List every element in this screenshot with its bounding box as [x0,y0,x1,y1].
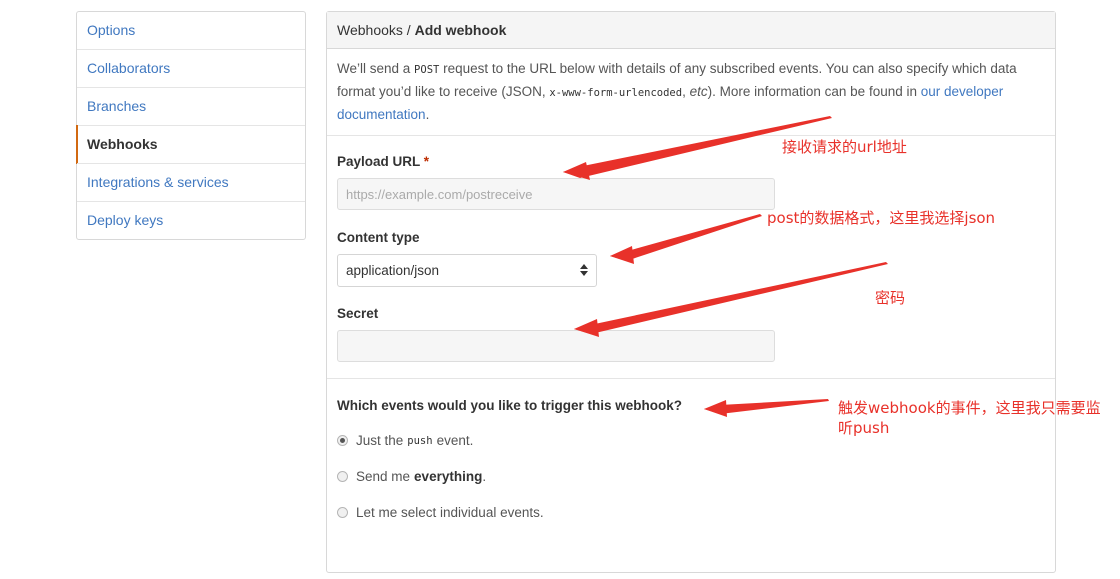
webhook-form: Payload URL * https://example.com/postre… [327,136,1055,379]
radio-button[interactable] [337,471,348,482]
radio-label-code: push [407,434,433,447]
events-question: Which events would you like to trigger t… [337,398,683,413]
intro-text-1: We’ll send a [337,61,415,76]
radio-label-before: Send me [356,469,411,484]
radio-label: Let me select individual events. [356,505,544,520]
sidebar-item-deploy-keys[interactable]: Deploy keys [77,201,305,239]
select-arrows-icon [580,264,588,276]
radio-button-checked[interactable] [337,435,348,446]
intro-text-3: , [682,84,690,99]
payload-url-input[interactable]: https://example.com/postreceive [337,178,775,210]
intro-text-4: ). More information can be found in [707,84,921,99]
radio-individual-events[interactable]: Let me select individual events. [337,505,544,520]
intro-text-5: . [425,107,430,122]
sidebar-item-branches[interactable]: Branches [77,87,305,125]
intro-code-urlencoded: x-www-form-urlencoded [549,87,683,99]
content-type-value: application/json [346,263,440,278]
radio-button[interactable] [337,507,348,518]
sidebar-item-options[interactable]: Options [77,12,305,49]
payload-url-label-text: Payload URL [337,154,421,169]
radio-just-push[interactable]: Just the push event. [337,433,473,448]
sidebar-item-collaborators[interactable]: Collaborators [77,49,305,87]
secret-label: Secret [337,306,379,321]
breadcrumb-current: Add webhook [414,22,507,38]
radio-label-bold: everything [414,469,483,484]
annotation-payload: 接收请求的url地址 [782,138,907,156]
annotation-secret: 密码 [875,289,906,307]
add-webhook-panel: Webhooks / Add webhook We’ll send a POST… [326,11,1056,573]
intro-text: We’ll send a POST request to the URL bel… [327,49,1055,136]
breadcrumb: Webhooks / Add webhook [327,12,1055,49]
radio-everything[interactable]: Send me everything . [337,469,486,484]
content-type-select[interactable]: application/json [337,254,597,287]
annotation-events-line1: 触发webhook的事件，这里我只需要监 [838,399,1101,417]
intro-em-etc: etc [689,84,708,99]
secret-input[interactable] [337,330,775,362]
annotation-content-type: post的数据格式，这里我选择json [767,209,996,227]
settings-sidebar: Options Collaborators Branches Webhooks … [76,11,306,240]
intro-code-post: POST [414,64,440,76]
annotation-events-line2: 听push [838,419,890,437]
radio-label-after: . [482,469,487,484]
payload-url-label: Payload URL * [337,154,429,169]
sidebar-item-integrations[interactable]: Integrations & services [77,163,305,201]
breadcrumb-separator: / [406,22,411,38]
content-type-label: Content type [337,230,420,245]
required-mark: * [423,154,430,169]
radio-label-after: event. [436,433,474,448]
annotation-events: 触发webhook的事件，这里我只需要监 听push [838,398,1118,438]
sidebar-item-webhooks[interactable]: Webhooks [76,125,305,164]
radio-label-before: Just the [356,433,404,448]
breadcrumb-parent[interactable]: Webhooks [337,22,403,38]
